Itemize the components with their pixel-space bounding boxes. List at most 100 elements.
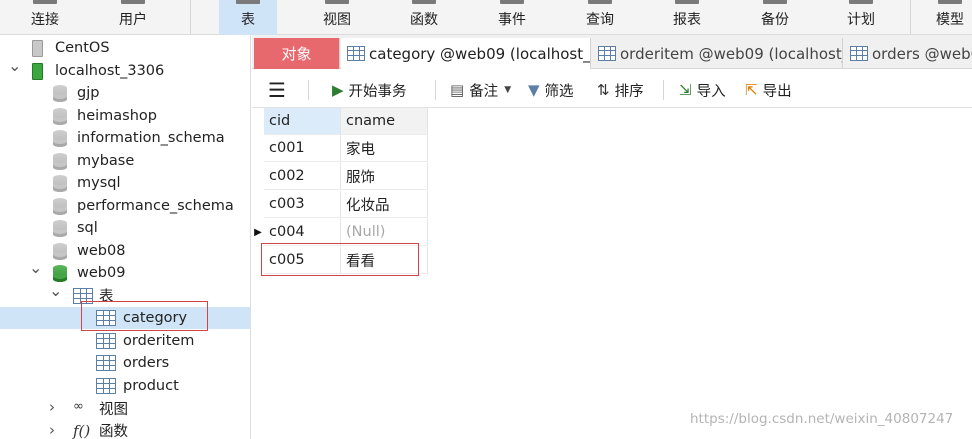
nav-item-sql[interactable]: sql [0, 217, 250, 239]
toolbar-button-label: 用户 [119, 12, 147, 28]
table-icon [347, 46, 365, 61]
nav-item-performance-schema[interactable]: performance_schema [0, 195, 250, 217]
tab-orders[interactable]: orders @web09 (localhost_3306) - 表 [844, 38, 972, 69]
toolbar-button-label: 连接 [31, 12, 59, 28]
export-icon: ⇱ [745, 81, 758, 99]
action-separator [663, 80, 664, 100]
nav-item-web09[interactable]: ⌄ web09 [0, 258, 250, 284]
toolbar-button-1[interactable]: 用户 [93, 0, 173, 35]
tab-category[interactable]: category @web09 (localhost_3306) - 表 [341, 38, 591, 69]
data-grid: cid cname c001 家电 c002 服饰 c003 化妆品 ▶ c004 (Null)… [252, 108, 972, 439]
cell-cid[interactable]: c004 [264, 219, 341, 246]
filter-button[interactable]: ▼ 筛选 [528, 79, 574, 101]
database-icon [53, 242, 67, 260]
column-header-cid[interactable]: cid [264, 108, 341, 135]
action-separator [308, 80, 309, 100]
nav-item-heimashop[interactable]: heimashop [0, 105, 250, 127]
toolbar-button-label: 表 [241, 12, 255, 28]
view-icon [325, 0, 349, 4]
toolbar-button-10[interactable]: 模型 [920, 0, 972, 35]
chevron-down-icon[interactable]: ⌄ [8, 56, 21, 75]
database-icon [53, 197, 67, 215]
toolbar-button-0[interactable]: 连接 [20, 0, 70, 35]
toolbar-separator [910, 0, 911, 35]
nav-item-label: sql [77, 220, 98, 236]
begin-transaction-label: 开始事务 [348, 83, 407, 100]
toolbar-button-6[interactable]: 查询 [570, 0, 630, 35]
toolbar-button-7[interactable]: 报表 [657, 0, 717, 35]
toolbar-button-4[interactable]: 函数 [394, 0, 454, 35]
database-icon [53, 130, 67, 147]
cell-cid[interactable]: c002 [264, 163, 341, 190]
table-row[interactable]: ▶ c004 (Null) [252, 219, 428, 246]
toolbar-button-9[interactable]: 计划 [831, 0, 891, 35]
cell-cname[interactable]: (Null) [341, 219, 428, 246]
nav-item-17[interactable]: › f() 函数 [0, 420, 250, 439]
memo-dropdown-icon[interactable]: ▼ [504, 85, 511, 95]
schedule-icon [849, 0, 873, 4]
table-row[interactable]: c002 服饰 [252, 163, 428, 190]
toolbar-button-label: 模型 [936, 12, 964, 28]
chevron-down-icon[interactable]: ⌄ [49, 281, 62, 300]
sort-button[interactable]: ⇅ 排序 [597, 79, 644, 101]
function-icon [412, 0, 436, 4]
tab-category-label: category @web09 (localhost_3306) - 表 [369, 45, 591, 63]
table-icon [96, 332, 116, 349]
cell-cname[interactable]: 化妆品 [341, 191, 428, 218]
nav-item-orderitem[interactable]: orderitem [0, 330, 250, 352]
tab-objects[interactable]: 对象 [254, 38, 340, 69]
nav-item-label: mysql [77, 175, 121, 191]
toolbar-button-8[interactable]: 备份 [745, 0, 805, 35]
watermark: https://blog.csdn.net/weixin_40807247 [690, 411, 954, 427]
cell-cname[interactable]: 家电 [341, 135, 428, 162]
database-icon [53, 85, 67, 102]
report-icon [675, 0, 699, 4]
nav-item-localhost-3306[interactable]: ⌄ localhost_3306 [0, 56, 250, 82]
nav-item-product[interactable]: product [0, 375, 250, 397]
server-icon [32, 62, 43, 80]
view-icon: ∞ [73, 399, 84, 414]
table-row[interactable]: c001 家电 [252, 135, 428, 162]
nav-item-gjp[interactable]: gjp [0, 82, 250, 104]
cell-cname[interactable]: 服饰 [341, 163, 428, 190]
nav-item-mysql[interactable]: mysql [0, 172, 250, 194]
nav-item-centos[interactable]: CentOS [0, 37, 250, 59]
nav-item-16[interactable]: › ∞ 视图 [0, 397, 250, 419]
begin-transaction-button[interactable]: ▶ 开始事务 [332, 79, 407, 101]
nav-item-label: web09 [77, 265, 126, 281]
memo-label: 备注 [469, 83, 499, 100]
toolbar-button-5[interactable]: 事件 [482, 0, 542, 35]
database-icon [53, 175, 67, 192]
database-icon [53, 152, 67, 170]
tab-orderitem[interactable]: orderitem @web09 (localhost_3306) - 表 [592, 38, 843, 69]
nav-item-label: orderitem [123, 332, 195, 349]
nav-item-mybase[interactable]: mybase [0, 150, 250, 172]
highlight-box [81, 301, 208, 331]
table-icon [236, 0, 260, 4]
toolbar-button-label: 计划 [847, 12, 875, 28]
toolbar-button-3[interactable]: 视图 [307, 0, 367, 35]
nav-item-orders[interactable]: orders [0, 352, 250, 374]
current-row-indicator-icon: ▶ [254, 227, 262, 238]
cell-cid[interactable]: c001 [264, 135, 341, 162]
column-header-cname[interactable]: cname [341, 108, 428, 135]
table-icon [96, 355, 116, 371]
memo-icon: ▤ [450, 81, 465, 99]
chevron-right-icon[interactable]: › [49, 398, 55, 416]
grid-header-row: cid cname [252, 108, 428, 135]
cell-cid[interactable]: c003 [264, 191, 341, 218]
export-label: 导出 [762, 83, 792, 100]
chevron-down-icon[interactable]: ⌄ [29, 258, 42, 277]
nav-item-information-schema[interactable]: information_schema [0, 127, 250, 149]
tab-bar: 对象 category @web09 (localhost_3306) - 表 … [252, 35, 972, 69]
export-button[interactable]: ⇱ 导出 [745, 79, 792, 101]
nav-item-label: performance_schema [77, 197, 234, 214]
chevron-right-icon[interactable]: › [49, 421, 55, 439]
toolbar-button-2[interactable]: 表 [219, 0, 277, 35]
menu-button[interactable]: ☰ [268, 78, 286, 102]
filter-label: 筛选 [544, 83, 574, 100]
import-button[interactable]: ⇲ 导入 [679, 79, 726, 101]
table-row[interactable]: c003 化妆品 [252, 191, 428, 218]
memo-button[interactable]: ▤ 备注 ▼ [450, 79, 511, 101]
nav-item-label: information_schema [77, 130, 225, 146]
